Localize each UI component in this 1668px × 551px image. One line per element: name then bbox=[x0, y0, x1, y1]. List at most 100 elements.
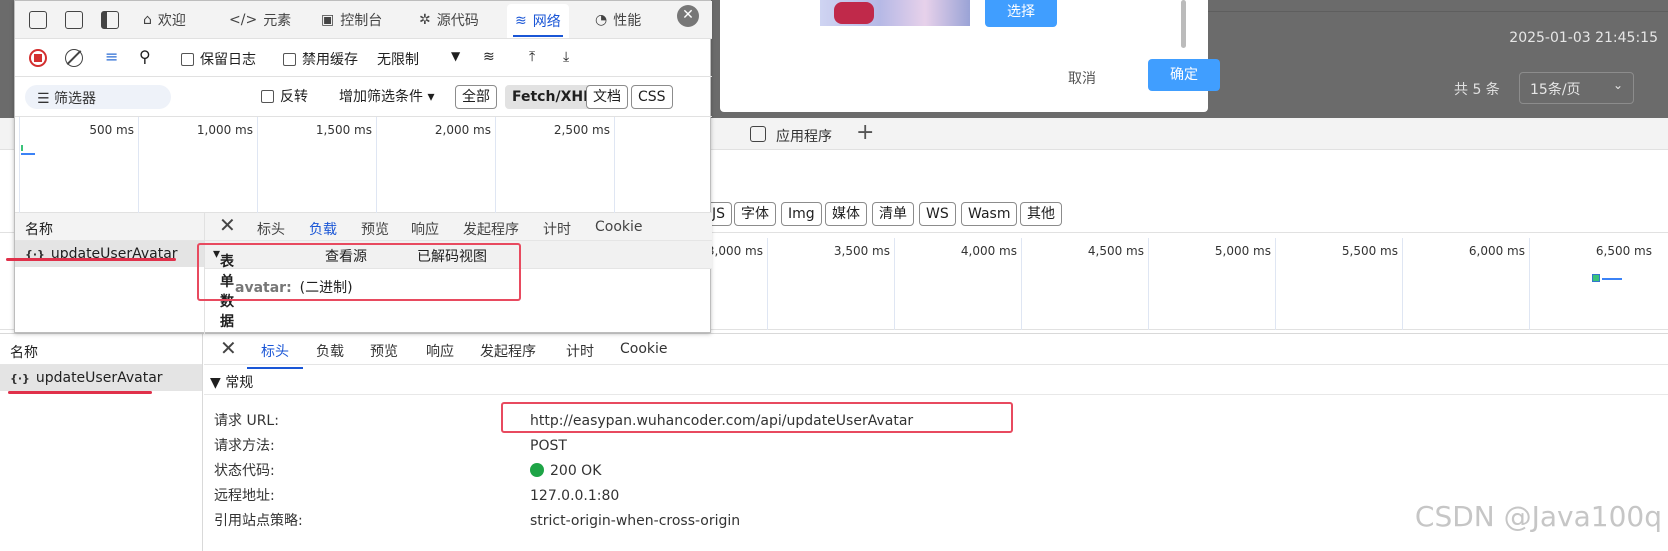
filter-chip-doc[interactable]: 文档 bbox=[586, 85, 628, 109]
device-icon[interactable] bbox=[65, 11, 83, 29]
tab-cookie[interactable]: Cookie bbox=[620, 341, 668, 357]
tick-label: 6,500 ms bbox=[1595, 244, 1652, 258]
tab-preview[interactable]: 预览 bbox=[370, 341, 398, 361]
bug-icon: ✲ bbox=[419, 12, 431, 28]
tick-label: 1,000 ms bbox=[196, 123, 253, 137]
filter-chip-font[interactable]: 字体 bbox=[734, 202, 776, 226]
filter-chip-manifest[interactable]: 清单 bbox=[872, 202, 914, 226]
filter-chip-wasm[interactable]: Wasm bbox=[961, 202, 1018, 226]
tab-network[interactable]: ≋ 网络 bbox=[507, 4, 569, 38]
tab-sources[interactable]: ✲ 源代码 bbox=[419, 8, 479, 32]
upload-avatar-dialog: 选择 取消 确定 bbox=[720, 0, 1220, 112]
status-dot-icon bbox=[530, 463, 544, 477]
throttle-select[interactable]: 无限制 bbox=[377, 49, 419, 69]
add-tab-icon[interactable]: + bbox=[856, 120, 874, 145]
import-icon[interactable]: ⤒ bbox=[529, 49, 535, 65]
inspect-icon[interactable] bbox=[29, 11, 47, 29]
disable-cache-checkbox[interactable]: 禁用缓存 bbox=[283, 49, 358, 69]
filter-icon[interactable]: ≡ bbox=[105, 47, 118, 66]
request-marker bbox=[21, 145, 23, 151]
choose-file-button[interactable]: 选择 bbox=[985, 0, 1057, 27]
network-toolbar: ≡ ⚲ 保留日志 禁用缓存 无限制 ▼ ≋ ⤒ ⤓ bbox=[15, 39, 712, 77]
filter-bar-front: ☰ 筛选器 反转 增加筛选条件 ▾ 全部 Fetch/XHR 文档 CSS bbox=[15, 77, 712, 117]
tab-headers[interactable]: 标头 bbox=[257, 219, 285, 239]
sidebar-icon[interactable] bbox=[101, 11, 119, 29]
record-icon[interactable] bbox=[29, 49, 47, 67]
tab-response[interactable]: 响应 bbox=[411, 219, 439, 239]
gauge-icon: ◔ bbox=[595, 12, 608, 28]
request-detail-front: ✕ 标头 负载 预览 响应 发起程序 计时 Cookie ▾ 表单数据 查看源 … bbox=[197, 213, 712, 334]
tick-label: 4,500 ms bbox=[1087, 244, 1144, 258]
request-row[interactable]: {·} updateUserAvatar bbox=[0, 365, 202, 391]
tab-timing[interactable]: 计时 bbox=[566, 341, 594, 361]
page-size-select[interactable]: 15条/页 ⌄ bbox=[1519, 72, 1634, 104]
tab-console[interactable]: ▣ 控制台 bbox=[321, 8, 382, 32]
tab-initiator[interactable]: 发起程序 bbox=[463, 219, 519, 239]
request-list-front: 名称 {·} updateUserAvatar bbox=[15, 213, 205, 334]
more-filters-dropdown[interactable]: 增加筛选条件 ▾ bbox=[339, 86, 434, 106]
chevron-down-icon: ⌄ bbox=[1612, 78, 1623, 92]
name-column-header[interactable]: 名称 bbox=[0, 334, 202, 365]
kv-remote-address: 远程地址: 127.0.0.1:80 bbox=[214, 488, 620, 504]
filter-chip-other[interactable]: 其他 bbox=[1020, 202, 1062, 226]
page-size-value: 15条/页 bbox=[1530, 82, 1581, 98]
tab-performance[interactable]: ◔ 性能 bbox=[595, 8, 641, 32]
tick-label: 500 ms bbox=[89, 123, 134, 137]
search-icon[interactable]: ⚲ bbox=[139, 47, 151, 66]
tab-application[interactable]: 应用程序 bbox=[776, 126, 832, 146]
network-conditions-icon[interactable]: ≋ bbox=[483, 49, 495, 65]
console-icon: ▣ bbox=[321, 12, 335, 28]
kv-status-code: 状态代码: 200 OK bbox=[214, 463, 602, 479]
filter-chip-img[interactable]: Img bbox=[781, 202, 822, 226]
tab-welcome[interactable]: ⌂ 欢迎 bbox=[143, 8, 186, 32]
wifi-icon: ≋ bbox=[515, 13, 527, 29]
close-icon[interactable]: ✕ bbox=[219, 213, 236, 237]
cancel-button[interactable]: 取消 bbox=[1068, 68, 1096, 88]
filter-chip-media[interactable]: 媒体 bbox=[825, 202, 867, 226]
filter-chip-ws[interactable]: WS bbox=[919, 202, 956, 226]
general-section-header[interactable]: ▼ 常规 bbox=[204, 365, 1668, 395]
tab-preview[interactable]: 预览 bbox=[361, 219, 389, 239]
filter-lines-icon: ☰ bbox=[37, 91, 55, 107]
tab-elements[interactable]: </> 元素 bbox=[229, 8, 291, 32]
close-icon[interactable]: ✕ bbox=[677, 5, 699, 27]
avatar-preview-image bbox=[820, 0, 970, 26]
export-icon[interactable]: ⤓ bbox=[563, 49, 569, 65]
row-datetime: 2025-01-03 21:45:15 bbox=[1509, 30, 1658, 46]
tab-payload[interactable]: 负载 bbox=[307, 219, 339, 245]
tick-label: 6,000 ms bbox=[1468, 244, 1525, 258]
tick-label: 5,000 ms bbox=[1214, 244, 1271, 258]
tab-payload[interactable]: 负载 bbox=[316, 341, 344, 361]
tab-response[interactable]: 响应 bbox=[426, 341, 454, 361]
tab-cookie[interactable]: Cookie bbox=[595, 219, 643, 235]
close-icon[interactable]: ✕ bbox=[220, 336, 237, 360]
name-column-header[interactable]: 名称 bbox=[15, 213, 204, 241]
payload-highlight-box bbox=[197, 243, 521, 301]
tick-label: 5,500 ms bbox=[1341, 244, 1398, 258]
tab-initiator[interactable]: 发起程序 bbox=[480, 341, 536, 361]
tick-label: 2,000 ms bbox=[434, 123, 491, 137]
tab-headers[interactable]: 标头 bbox=[247, 341, 303, 369]
request-panel-front: 名称 {·} updateUserAvatar ✕ 标头 负载 预览 响应 发起… bbox=[15, 213, 712, 334]
highlight-underline bbox=[6, 258, 176, 261]
request-marker bbox=[1592, 274, 1600, 282]
clear-icon[interactable] bbox=[65, 49, 83, 67]
filter-chip-all[interactable]: 全部 bbox=[455, 85, 497, 109]
invert-checkbox[interactable]: 反转 bbox=[261, 86, 308, 106]
xhr-icon: {·} bbox=[10, 371, 30, 385]
request-row[interactable]: {·} updateUserAvatar bbox=[15, 241, 204, 267]
table-divider bbox=[1160, 0, 1668, 12]
devtools-front: ⌂ 欢迎 </> 元素 ▣ 控制台 ✲ 源代码 ≋ 网络 ◔ 性能 ✕ ≡ ⚲ 保留日志 禁… bbox=[14, 0, 712, 334]
tab-timing[interactable]: 计时 bbox=[543, 219, 571, 239]
filter-chip-css[interactable]: CSS bbox=[631, 85, 673, 109]
detail-tabbar-front: ✕ 标头 负载 预览 响应 发起程序 计时 Cookie bbox=[205, 213, 712, 245]
request-bar bbox=[1602, 278, 1622, 280]
filter-input[interactable]: ☰ 筛选器 bbox=[25, 85, 171, 109]
preserve-log-checkbox[interactable]: 保留日志 bbox=[181, 49, 256, 69]
dialog-scrollbar[interactable] bbox=[1181, 0, 1186, 48]
network-overview-front[interactable]: 500 ms 1,000 ms 1,500 ms 2,000 ms 2,500 … bbox=[15, 117, 712, 213]
confirm-button[interactable]: 确定 bbox=[1148, 59, 1220, 91]
detail-tabbar: ✕ 标头 负载 预览 响应 发起程序 计时 Cookie bbox=[204, 334, 1668, 369]
application-icon bbox=[750, 126, 766, 142]
chevron-down-icon[interactable]: ▼ bbox=[451, 49, 460, 63]
